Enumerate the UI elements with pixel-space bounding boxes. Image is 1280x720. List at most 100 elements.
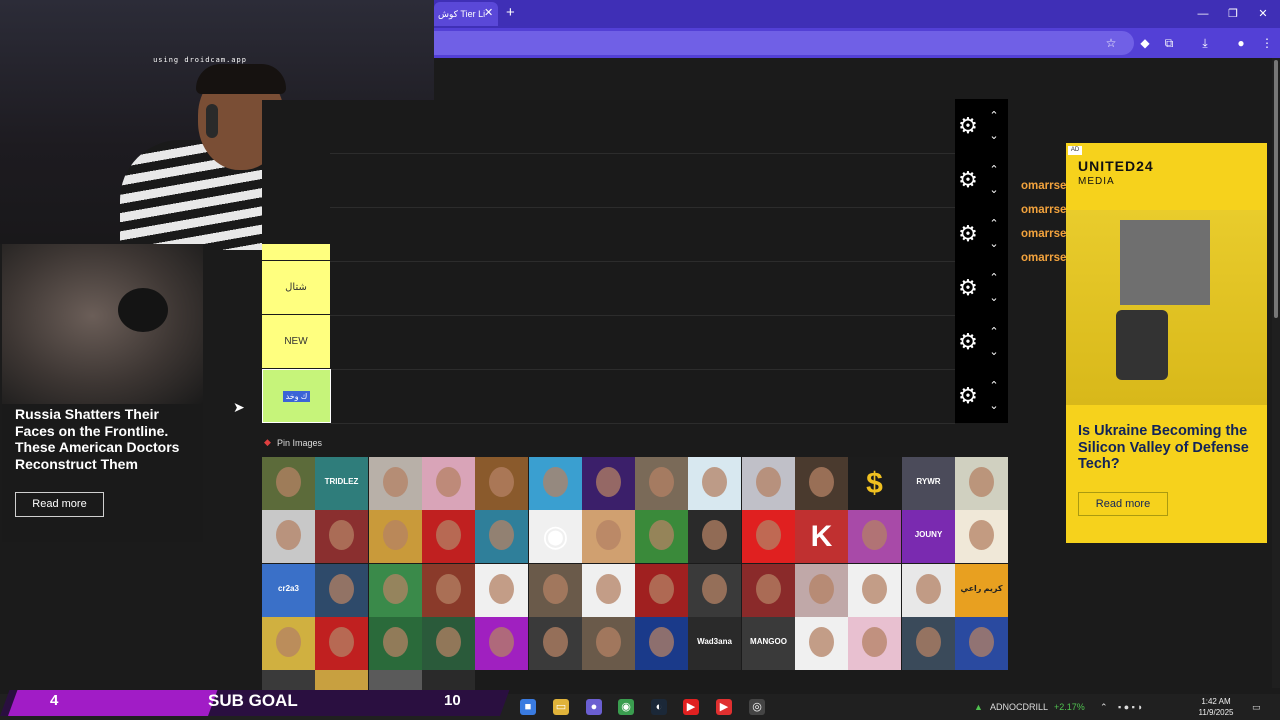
avatar-tile[interactable]: [315, 617, 368, 670]
avatar-tile[interactable]: [635, 457, 688, 510]
avatar-tile[interactable]: [422, 510, 475, 563]
ad-left-headline[interactable]: Russia Shatters Their Faces on the Front…: [15, 406, 200, 472]
avatar-tile[interactable]: [262, 617, 315, 670]
avatar-tile[interactable]: [795, 457, 848, 510]
obs-icon[interactable]: ◎: [749, 699, 765, 715]
pin-icon[interactable]: ◆: [264, 437, 274, 447]
avatar-tile[interactable]: [795, 564, 848, 617]
notification-icon[interactable]: ▭: [1252, 700, 1261, 714]
avatar-tile[interactable]: [475, 510, 528, 563]
new-tab-button[interactable]: +: [506, 5, 520, 21]
settings-gear-icon[interactable]: ⚙: [956, 384, 980, 408]
avatar-tile[interactable]: [262, 670, 315, 690]
maximize-button[interactable]: ❐: [1224, 6, 1242, 22]
avatar-tile[interactable]: [582, 564, 635, 617]
move-up-icon[interactable]: ⌃: [986, 163, 1002, 177]
move-up-icon[interactable]: ⌃: [986, 379, 1002, 393]
avatar-tile[interactable]: JOUNY: [902, 510, 955, 563]
avatar-tile[interactable]: [315, 564, 368, 617]
tray-chevron-icon[interactable]: ⌃: [1100, 700, 1108, 714]
avatar-tile[interactable]: MANGOO: [742, 617, 795, 670]
avatar-tile[interactable]: ◉: [529, 510, 582, 563]
chrome-icon[interactable]: ◉: [618, 699, 634, 715]
avatar-tile[interactable]: [902, 617, 955, 670]
avatar-tile[interactable]: [582, 510, 635, 563]
settings-gear-icon[interactable]: ⚙: [956, 330, 980, 354]
avatar-tile[interactable]: [529, 457, 582, 510]
avatar-tile[interactable]: [369, 564, 422, 617]
avatar-tile[interactable]: [262, 457, 315, 510]
avatar-tile[interactable]: [848, 617, 901, 670]
avatar-tile[interactable]: [529, 617, 582, 670]
move-down-icon[interactable]: ⌄: [986, 237, 1002, 251]
tray-icons[interactable]: ▪ ● ▪ ◗: [1118, 700, 1143, 714]
avatar-tile[interactable]: [955, 617, 1008, 670]
avatar-tile[interactable]: [742, 564, 795, 617]
avatar-tile[interactable]: $: [848, 457, 901, 510]
tab-close-icon[interactable]: ✕: [484, 7, 494, 19]
avatar-tile[interactable]: [848, 510, 901, 563]
extensions-puzzle-icon[interactable]: ⧉: [1160, 34, 1178, 52]
avatar-tile[interactable]: [369, 457, 422, 510]
avatar-tile[interactable]: [582, 457, 635, 510]
move-down-icon[interactable]: ⌄: [986, 399, 1002, 413]
profile-avatar-icon[interactable]: ●: [1232, 34, 1250, 52]
avatar-tile[interactable]: [369, 670, 422, 690]
page-scrollbar-thumb[interactable]: [1274, 60, 1278, 318]
tier-row[interactable]: [330, 370, 955, 424]
bookmark-star-icon[interactable]: ☆: [1102, 34, 1120, 52]
taskbar-clock[interactable]: 1:42 AM 11/9/2025: [1198, 696, 1234, 718]
settings-gear-icon[interactable]: ⚙: [956, 222, 980, 246]
avatar-tile[interactable]: [475, 564, 528, 617]
avatar-tile[interactable]: [848, 564, 901, 617]
move-up-icon[interactable]: ⌃: [986, 271, 1002, 285]
avatar-tile[interactable]: [688, 510, 741, 563]
move-up-icon[interactable]: ⌃: [986, 109, 1002, 123]
avatar-tile[interactable]: [635, 617, 688, 670]
minimize-button[interactable]: —: [1194, 6, 1212, 22]
avatar-tile[interactable]: [262, 510, 315, 563]
move-down-icon[interactable]: ⌄: [986, 291, 1002, 305]
tier-label-selected-text[interactable]: ك وخد: [283, 391, 310, 402]
address-bar[interactable]: [434, 31, 1134, 55]
app-icon[interactable]: ●: [586, 699, 602, 715]
tier-row[interactable]: [330, 262, 955, 316]
avatar-tile[interactable]: [635, 510, 688, 563]
avatar-tile[interactable]: [475, 617, 528, 670]
menu-kebab-icon[interactable]: ⋮: [1258, 34, 1276, 52]
avatar-tile[interactable]: [369, 617, 422, 670]
avatar-tile[interactable]: [475, 457, 528, 510]
avatar-tile[interactable]: [902, 564, 955, 617]
avatar-tile[interactable]: [529, 564, 582, 617]
move-down-icon[interactable]: ⌄: [986, 183, 1002, 197]
avatar-tile[interactable]: K: [795, 510, 848, 563]
avatar-tile[interactable]: [422, 564, 475, 617]
settings-gear-icon[interactable]: ⚙: [956, 276, 980, 300]
pin-images-toggle[interactable]: Pin Images: [277, 437, 347, 449]
avatar-tile[interactable]: [688, 564, 741, 617]
file-explorer-icon[interactable]: ▭: [553, 699, 569, 715]
avatar-tile[interactable]: [422, 457, 475, 510]
settings-gear-icon[interactable]: ⚙: [956, 168, 980, 192]
avatar-tile[interactable]: cr2a3: [262, 564, 315, 617]
tier-row[interactable]: [330, 316, 955, 370]
avatar-tile[interactable]: RYWR: [902, 457, 955, 510]
move-down-icon[interactable]: ⌄: [986, 129, 1002, 143]
avatar-tile[interactable]: [315, 510, 368, 563]
tier-label[interactable]: شتال: [262, 261, 330, 315]
avatar-tile[interactable]: [742, 457, 795, 510]
avatar-tile[interactable]: [955, 457, 1008, 510]
avatar-tile[interactable]: TRIDLEZ: [315, 457, 368, 510]
move-up-icon[interactable]: ⌃: [986, 325, 1002, 339]
avatar-tile[interactable]: Wad3ana: [688, 617, 741, 670]
youtube-icon[interactable]: ▶: [683, 699, 699, 715]
avatar-tile[interactable]: [315, 670, 368, 690]
ad-left-read-more-button[interactable]: Read more: [15, 492, 104, 517]
avatar-tile[interactable]: [742, 510, 795, 563]
media-player-icon[interactable]: ▶: [716, 699, 732, 715]
start-icon[interactable]: ■: [520, 699, 536, 715]
settings-gear-icon[interactable]: ⚙: [956, 114, 980, 138]
stock-name[interactable]: ADNOCDRILL: [990, 700, 1048, 714]
close-window-button[interactable]: ✕: [1254, 6, 1272, 22]
ad-right-headline[interactable]: Is Ukraine Becoming the Silicon Valley o…: [1078, 423, 1258, 475]
